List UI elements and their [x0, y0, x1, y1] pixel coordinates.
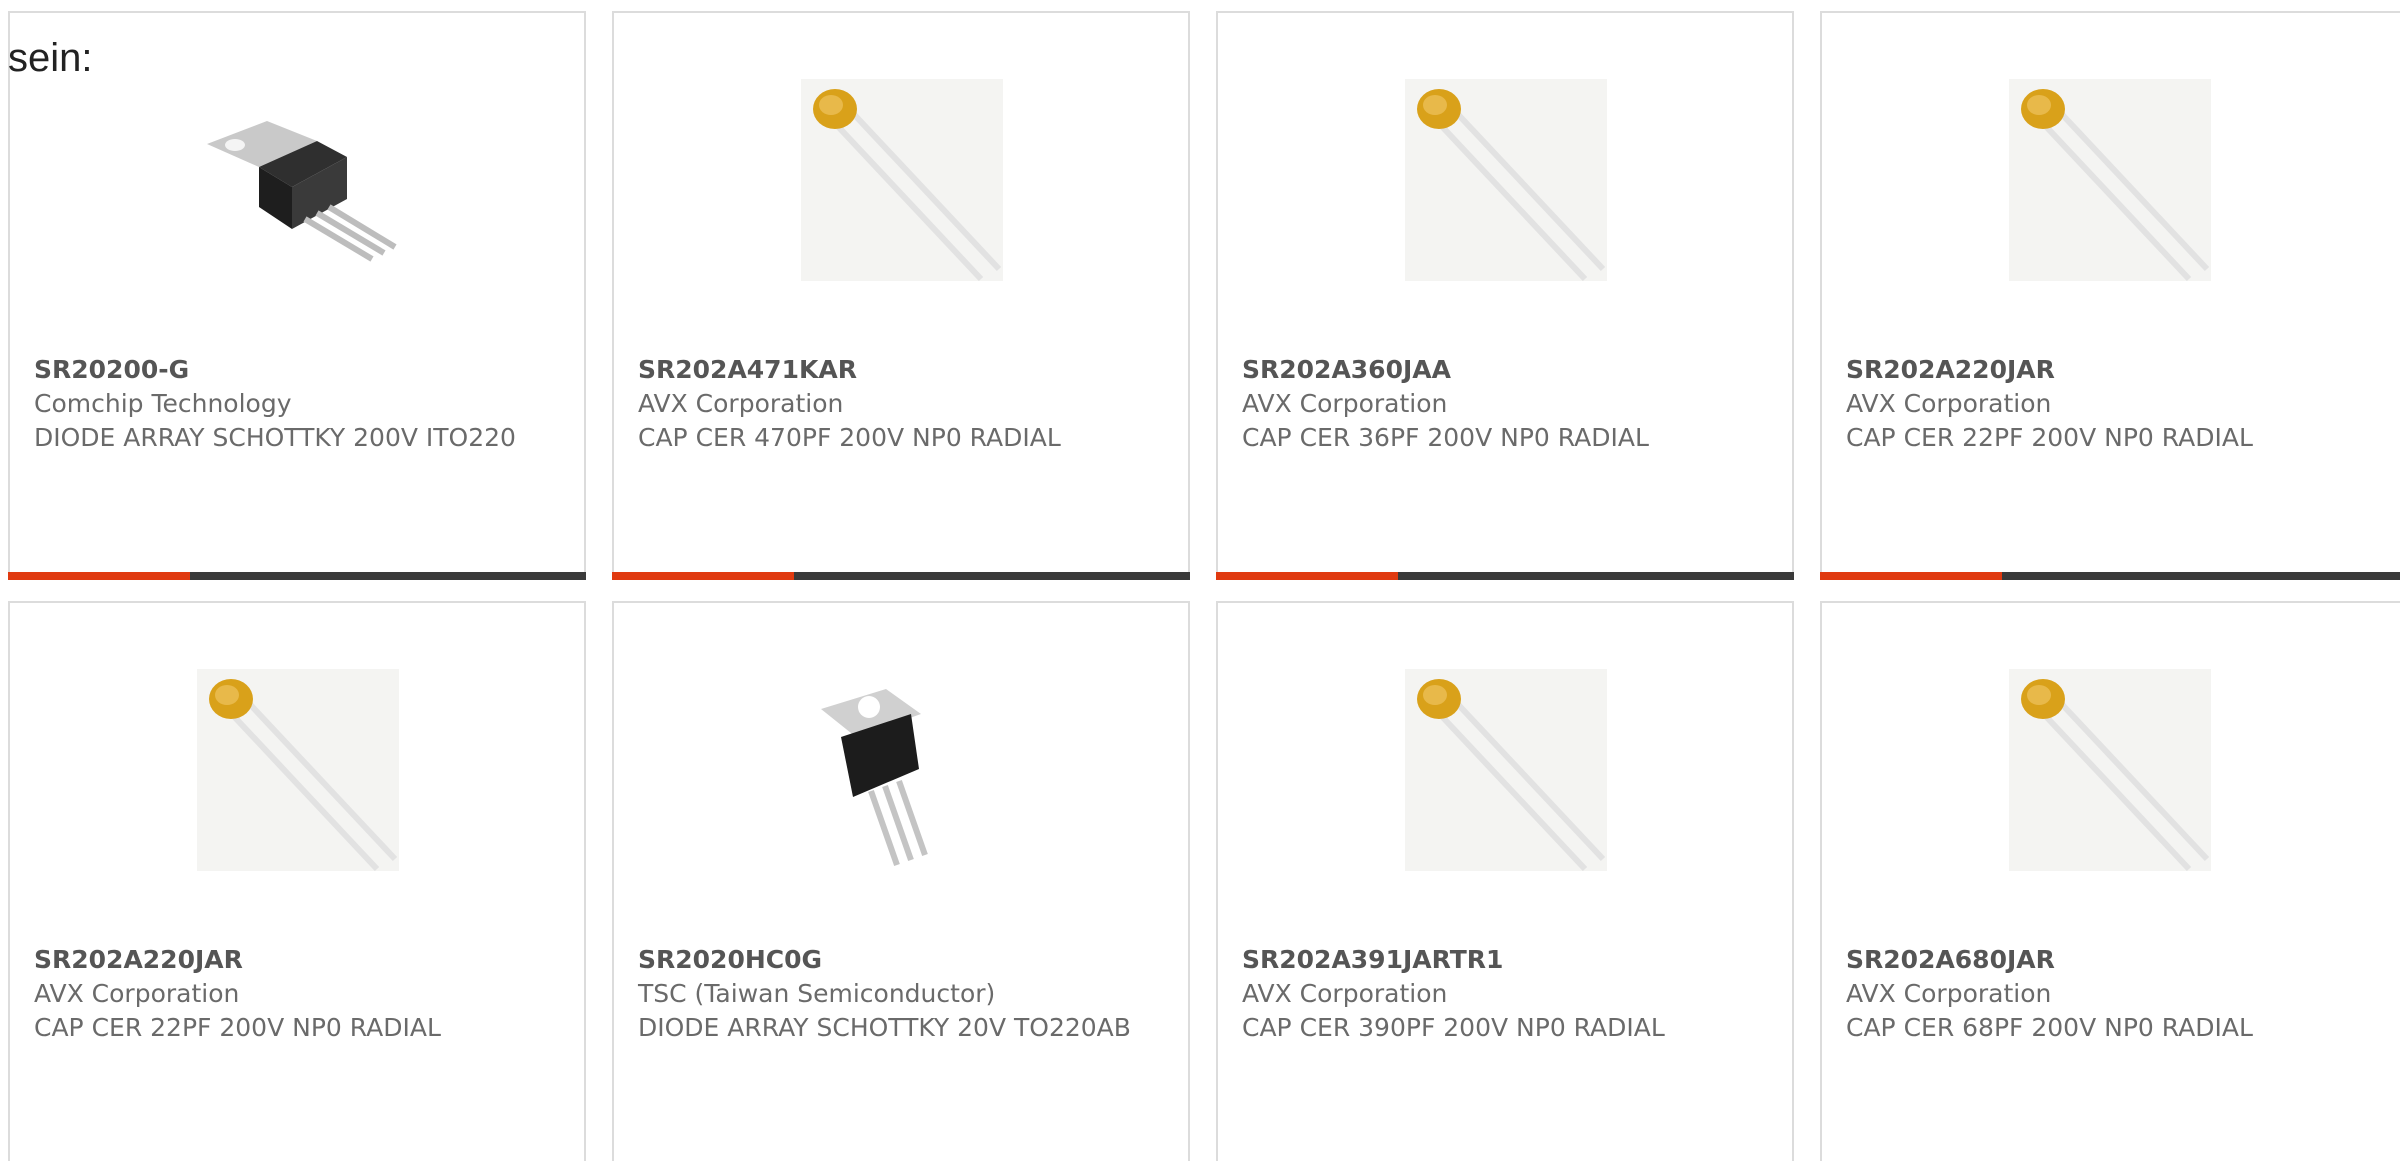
product-card[interactable]: SR202A391JARTR1 AVX Corporation CAP CER … — [1216, 601, 1794, 1161]
product-image[interactable] — [197, 669, 399, 871]
product-card[interactable]: SR202A360JAA AVX Corporation CAP CER 36P… — [1216, 11, 1794, 580]
part-number[interactable]: SR2020HC0G — [638, 943, 1138, 977]
ceramic-capacitor-icon — [1405, 669, 1607, 871]
product-card[interactable]: SR202A471KAR AVX Corporation CAP CER 470… — [612, 11, 1190, 580]
product-info: SR202A680JAR AVX Corporation CAP CER 68P… — [1846, 943, 2346, 1045]
part-number[interactable]: SR20200-G — [34, 353, 534, 387]
product-info: SR202A220JAR AVX Corporation CAP CER 22P… — [34, 943, 534, 1045]
product-info: SR202A471KAR AVX Corporation CAP CER 470… — [638, 353, 1138, 455]
part-number[interactable]: SR202A220JAR — [34, 943, 534, 977]
part-number[interactable]: SR202A220JAR — [1846, 353, 2346, 387]
description: DIODE ARRAY SCHOTTKY 20V TO220AB — [638, 1013, 1131, 1042]
manufacturer: AVX Corporation — [638, 389, 844, 418]
product-card[interactable]: SR202A680JAR AVX Corporation CAP CER 68P… — [1820, 601, 2400, 1161]
product-info: SR2020HC0G TSC (Taiwan Semiconductor) DI… — [638, 943, 1138, 1045]
manufacturer: AVX Corporation — [1846, 389, 2052, 418]
product-info: SR202A220JAR AVX Corporation CAP CER 22P… — [1846, 353, 2346, 455]
to220-transistor-icon — [801, 669, 1003, 871]
ceramic-capacitor-icon — [2009, 79, 2211, 281]
part-number[interactable]: SR202A391JARTR1 — [1242, 943, 1742, 977]
card-accent-bar — [1820, 572, 2002, 580]
card-accent-bar — [1216, 572, 1398, 580]
manufacturer: AVX Corporation — [1846, 979, 2052, 1008]
part-number[interactable]: SR202A360JAA — [1242, 353, 1742, 387]
product-image[interactable] — [801, 669, 1003, 871]
description: CAP CER 470PF 200V NP0 RADIAL — [638, 423, 1061, 452]
description: CAP CER 22PF 200V NP0 RADIAL — [34, 1013, 441, 1042]
card-bottom-bar — [8, 572, 586, 580]
manufacturer: AVX Corporation — [1242, 389, 1448, 418]
part-number[interactable]: SR202A680JAR — [1846, 943, 2346, 977]
product-card[interactable]: SR20200-G Comchip Technology DIODE ARRAY… — [8, 11, 586, 580]
to220-transistor-icon — [197, 79, 399, 281]
description: CAP CER 68PF 200V NP0 RADIAL — [1846, 1013, 2253, 1042]
card-bottom-bar — [612, 572, 1190, 580]
manufacturer: Comchip Technology — [34, 389, 292, 418]
product-card[interactable]: SR202A220JAR AVX Corporation CAP CER 22P… — [1820, 11, 2400, 580]
description: CAP CER 22PF 200V NP0 RADIAL — [1846, 423, 2253, 452]
card-bottom-bar — [1216, 572, 1794, 580]
ceramic-capacitor-icon — [1405, 79, 1607, 281]
manufacturer: AVX Corporation — [1242, 979, 1448, 1008]
product-card[interactable]: SR202A220JAR AVX Corporation CAP CER 22P… — [8, 601, 586, 1161]
intro-text: sein: — [8, 36, 93, 80]
product-image[interactable] — [2009, 669, 2211, 871]
card-bottom-bar — [1820, 572, 2400, 580]
ceramic-capacitor-icon — [197, 669, 399, 871]
product-info: SR202A391JARTR1 AVX Corporation CAP CER … — [1242, 943, 1742, 1045]
part-number[interactable]: SR202A471KAR — [638, 353, 1138, 387]
description: CAP CER 390PF 200V NP0 RADIAL — [1242, 1013, 1665, 1042]
product-image[interactable] — [1405, 79, 1607, 281]
manufacturer: TSC (Taiwan Semiconductor) — [638, 979, 996, 1008]
product-grid-page: sein: SR20200-G Comchip Technology DIODE… — [0, 0, 2400, 1161]
ceramic-capacitor-icon — [2009, 669, 2211, 871]
ceramic-capacitor-icon — [801, 79, 1003, 281]
description: CAP CER 36PF 200V NP0 RADIAL — [1242, 423, 1649, 452]
product-card[interactable]: SR2020HC0G TSC (Taiwan Semiconductor) DI… — [612, 601, 1190, 1161]
product-image[interactable] — [197, 79, 399, 281]
description: DIODE ARRAY SCHOTTKY 200V ITO220 — [34, 423, 516, 452]
product-info: SR202A360JAA AVX Corporation CAP CER 36P… — [1242, 353, 1742, 455]
card-accent-bar — [8, 572, 190, 580]
card-accent-bar — [612, 572, 794, 580]
product-image[interactable] — [1405, 669, 1607, 871]
product-info: SR20200-G Comchip Technology DIODE ARRAY… — [34, 353, 534, 455]
product-image[interactable] — [2009, 79, 2211, 281]
product-image[interactable] — [801, 79, 1003, 281]
manufacturer: AVX Corporation — [34, 979, 240, 1008]
